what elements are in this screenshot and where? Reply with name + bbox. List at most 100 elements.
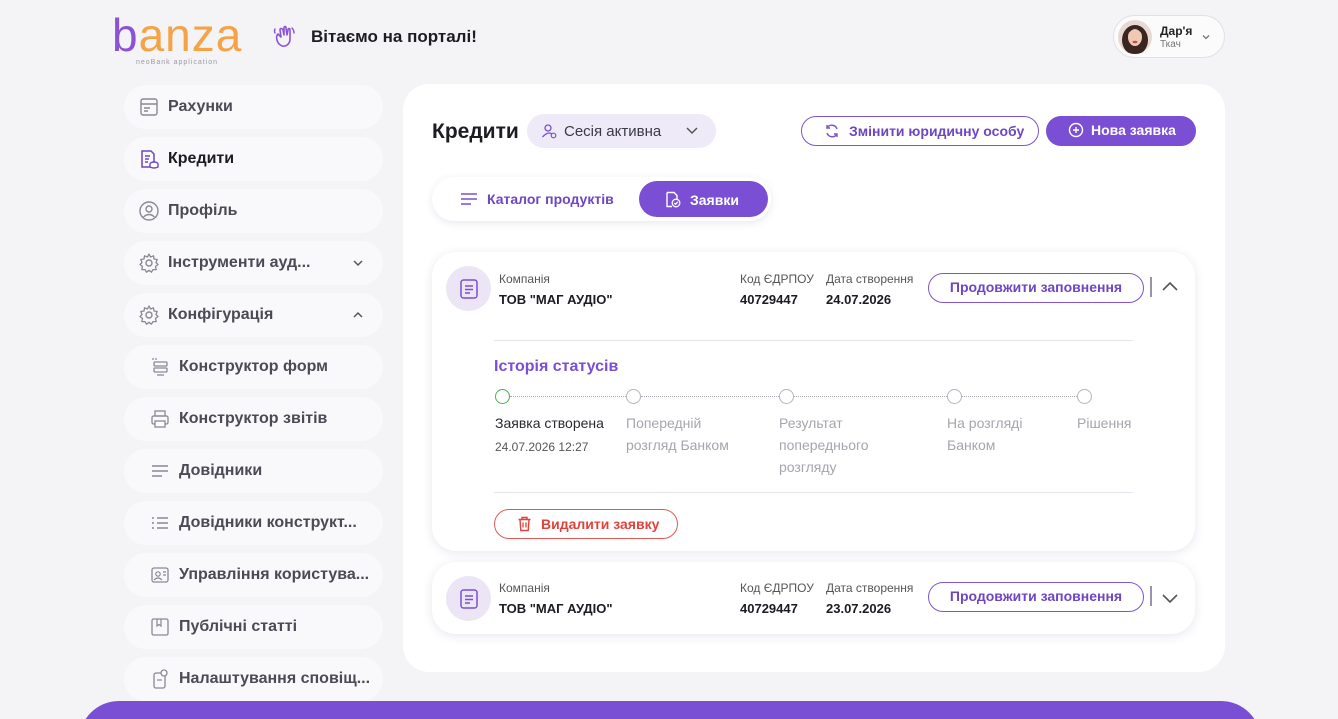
created-value: 23.07.2026 <box>826 601 892 616</box>
notification-settings-icon <box>153 669 168 689</box>
user-menu[interactable]: Дар'я Ткач <box>1113 15 1225 58</box>
welcome-message: Вітаємо на порталі! <box>311 27 477 46</box>
application-card: Компанія ТОВ "МАГ АУДІО" Код ЄДРПОУ 4072… <box>432 252 1195 551</box>
sidebar-item-directories[interactable]: Довідники <box>124 449 383 493</box>
edrpou-value: 40729447 <box>740 601 798 616</box>
timeline-step-dot <box>947 389 962 404</box>
document-badge <box>446 576 491 621</box>
sidebar-item-report-builder[interactable]: Конструктор звітів <box>124 397 383 441</box>
timeline-connector <box>962 396 1077 397</box>
bottom-bar <box>79 701 1261 719</box>
timeline-step-dot <box>626 389 641 404</box>
chevron-down-icon <box>1202 35 1210 40</box>
gear-icon <box>139 305 159 325</box>
sidebar-item-configuration[interactable]: Конфігурація <box>124 293 383 337</box>
list-icon <box>152 465 168 477</box>
divider <box>1150 586 1152 606</box>
session-user-icon <box>542 124 557 139</box>
sidebar-item-label: Конфігурація <box>168 306 274 323</box>
timeline-connector <box>641 396 779 397</box>
sidebar-item-label: Кредити <box>168 150 235 167</box>
sidebar-item-accounts[interactable]: Рахунки <box>124 85 383 129</box>
company-name: ТОВ "МАГ АУДІО" <box>499 601 613 616</box>
avatar <box>1118 19 1152 54</box>
report-builder-icon <box>151 410 169 428</box>
status-label: Результат попереднього розгляду <box>779 415 869 475</box>
document-icon <box>460 279 478 299</box>
change-legal-entity-label: Змінити юридичну особу <box>849 123 1025 139</box>
sidebar-item-form-builder[interactable]: Конструктор форм <box>124 345 383 389</box>
created-label: Дата створення <box>826 272 914 286</box>
tab-product-catalog[interactable]: Каталог продуктів <box>450 188 620 210</box>
menu-lines-icon <box>461 193 477 205</box>
tab-label: Каталог продуктів <box>487 191 614 207</box>
delete-application-label: Видалити заявку <box>541 516 660 532</box>
waving-hand-icon <box>273 25 295 47</box>
sidebar-item-credits[interactable]: Кредити <box>124 137 383 181</box>
profile-icon <box>139 201 159 221</box>
status-label: На розгляді Банком <box>947 415 1023 453</box>
sidebar-item-label: Публічні статті <box>179 618 298 635</box>
chevron-down-icon <box>353 260 363 267</box>
delete-application-button[interactable]: Видалити заявку <box>494 509 678 539</box>
continue-filling-button[interactable]: Продовжити заповнення <box>928 273 1144 303</box>
sidebar-item-label: Інструменти ауд... <box>168 254 311 271</box>
sidebar-item-public-articles[interactable]: Публічні статті <box>124 605 383 649</box>
session-status: Сесія активна <box>564 123 662 140</box>
sidebar-item-user-management[interactable]: Управління користува... <box>124 553 383 597</box>
logo-wordmark: banza <box>112 9 243 61</box>
timeline-connector <box>794 396 947 397</box>
company-label: Компанія <box>499 581 550 595</box>
status-label: Рішення <box>1077 415 1132 431</box>
chevron-up-icon[interactable] <box>1160 278 1180 296</box>
sidebar-item-label: Конструктор форм <box>179 358 328 375</box>
edrpou-value: 40729447 <box>740 292 798 307</box>
accounts-icon <box>140 98 158 116</box>
document-check-icon <box>666 191 681 208</box>
user-last-name: Ткач <box>1160 38 1181 50</box>
sidebar-item-directories-builder[interactable]: Довідники конструкт... <box>124 501 383 545</box>
created-label: Дата створення <box>826 581 914 595</box>
tab-applications[interactable]: Заявки <box>639 181 768 217</box>
new-application-label: Нова заявка <box>1091 122 1176 138</box>
sidebar-item-label: Профіль <box>168 202 238 219</box>
chevron-up-icon <box>353 311 363 318</box>
users-icon <box>151 567 169 583</box>
timeline-step-dot <box>779 389 794 404</box>
application-card: Компанія ТОВ "МАГ АУДІО" Код ЄДРПОУ 4072… <box>432 562 1195 634</box>
chevron-down-icon <box>686 127 698 135</box>
timeline-step-dot <box>495 389 510 404</box>
status-history-title: Історія статусів <box>494 358 619 375</box>
plus-circle-icon <box>1068 122 1084 138</box>
user-first-name: Дар'я <box>1160 23 1193 38</box>
page-title: Кредити <box>432 120 519 143</box>
change-legal-entity-button[interactable]: Змінити юридичну особу <box>801 116 1039 146</box>
session-dropdown[interactable]: Сесія активна <box>527 114 716 148</box>
timeline-connector <box>510 396 626 397</box>
gear-icon <box>139 253 159 273</box>
refresh-icon <box>826 124 838 138</box>
sidebar-item-label: Рахунки <box>168 98 233 115</box>
status-label: Заявка створена <box>495 415 604 431</box>
edrpou-label: Код ЄДРПОУ <box>740 581 814 595</box>
new-application-button[interactable]: Нова заявка <box>1046 116 1196 146</box>
tabs: Каталог продуктів Заявки <box>432 177 771 221</box>
sidebar-item-label: Довідники конструкт... <box>179 514 357 531</box>
chevron-down-icon[interactable] <box>1160 589 1180 607</box>
logo-subtitle: neoBank application <box>136 59 219 66</box>
sidebar-item-notification-settings[interactable]: Налаштування сповіщ... <box>124 657 383 701</box>
continue-filling-button[interactable]: Продовжити заповнення <box>928 582 1144 612</box>
created-value: 24.07.2026 <box>826 292 892 307</box>
sidebar-item-label: Управління користува... <box>179 566 370 583</box>
status-label: Попередній розгляд Банком <box>626 415 729 453</box>
sidebar-item-profile[interactable]: Профіль <box>124 189 383 233</box>
credits-icon <box>141 150 159 169</box>
sidebar-item-audit-tools[interactable]: Інструменти ауд... <box>124 241 383 285</box>
document-badge <box>446 266 491 311</box>
trash-icon <box>518 516 531 532</box>
divider <box>1150 277 1152 297</box>
status-date: 24.07.2026 12:27 <box>495 440 589 454</box>
banza-logo[interactable]: banza neoBank application <box>112 12 257 70</box>
company-label: Компанія <box>499 272 550 286</box>
divider <box>494 492 1133 493</box>
